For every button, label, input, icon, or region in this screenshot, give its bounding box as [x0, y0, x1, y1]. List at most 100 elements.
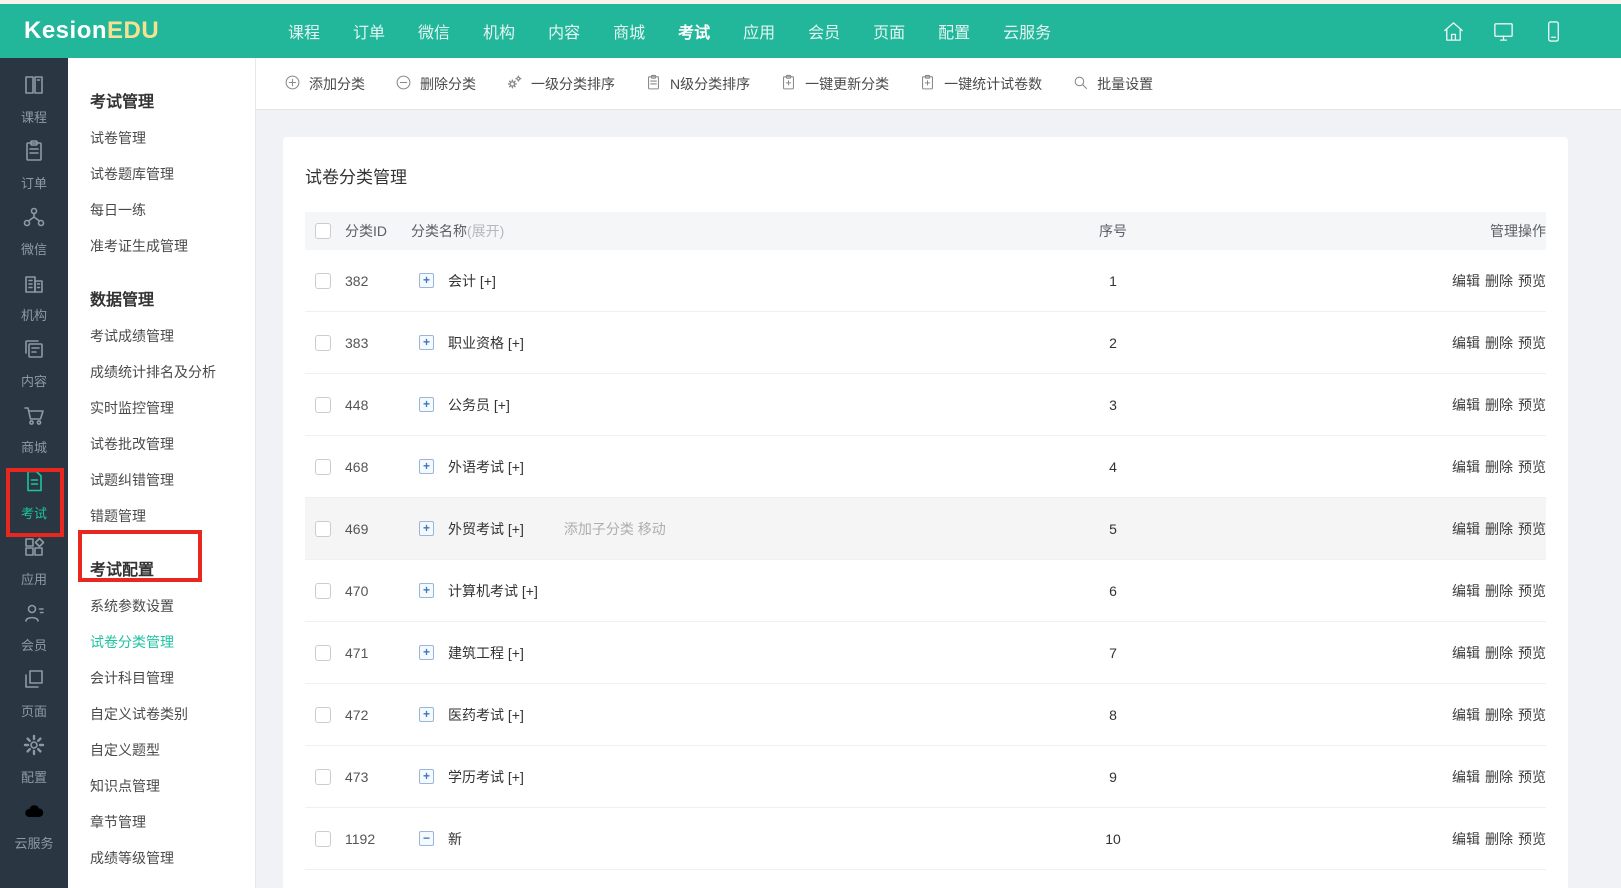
preview-link[interactable]: 预览 — [1518, 335, 1546, 351]
preview-link[interactable]: 预览 — [1518, 397, 1546, 413]
desktop-icon[interactable] — [1492, 20, 1515, 43]
category-name-link[interactable]: 医药考试 [+] — [448, 705, 524, 725]
category-name-link[interactable]: 职业资格 [+] — [448, 333, 524, 353]
toolbar-button-4[interactable]: N级分类排序 — [645, 74, 750, 94]
expand-toggle-icon[interactable]: + — [419, 273, 434, 288]
sidebar-item-12[interactable]: 云服务 — [0, 792, 68, 858]
row-checkbox[interactable] — [315, 273, 331, 289]
edit-link[interactable]: 编辑 — [1452, 707, 1480, 723]
category-name-link[interactable]: 会计 [+] — [448, 271, 496, 291]
expand-toggle-icon[interactable]: + — [419, 645, 434, 660]
delete-link[interactable]: 删除 — [1485, 397, 1513, 413]
sidebar-item-4[interactable]: 机构 — [0, 264, 68, 330]
submenu-item-3-7[interactable]: 章节管理 — [90, 804, 255, 840]
submenu-item-2-5[interactable]: 试题纠错管理 — [90, 462, 255, 498]
expand-toggle-icon[interactable]: + — [419, 397, 434, 412]
expand-toggle-icon[interactable]: + — [419, 707, 434, 722]
submenu-item-1-4[interactable]: 准考证生成管理 — [90, 228, 255, 264]
submenu-item-3-8[interactable]: 成绩等级管理 — [90, 840, 255, 876]
submenu-item-2-2[interactable]: 成绩统计排名及分析 — [90, 354, 255, 390]
nav-item-3[interactable]: 微信 — [418, 19, 450, 43]
preview-link[interactable]: 预览 — [1518, 707, 1546, 723]
nav-item-10[interactable]: 页面 — [873, 19, 905, 43]
edit-link[interactable]: 编辑 — [1452, 583, 1480, 599]
delete-link[interactable]: 删除 — [1485, 459, 1513, 475]
edit-link[interactable]: 编辑 — [1452, 831, 1480, 847]
submenu-item-1-2[interactable]: 试卷题库管理 — [90, 156, 255, 192]
category-name-link[interactable]: 公务员 [+] — [448, 395, 510, 415]
expand-toggle-icon[interactable]: + — [419, 335, 434, 350]
category-name-link[interactable]: 建筑工程 [+] — [448, 643, 524, 663]
row-checkbox[interactable] — [315, 521, 331, 537]
header-expand-hint[interactable]: (展开) — [467, 223, 504, 239]
submenu-item-1-1[interactable]: 试卷管理 — [90, 120, 255, 156]
home-icon[interactable] — [1442, 20, 1465, 43]
toolbar-button-1[interactable]: 添加分类 — [284, 74, 365, 94]
submenu-item-2-6[interactable]: 错题管理 — [90, 498, 255, 534]
edit-link[interactable]: 编辑 — [1452, 521, 1480, 537]
delete-link[interactable]: 删除 — [1485, 831, 1513, 847]
category-name-link[interactable]: 新 — [448, 829, 462, 849]
nav-item-9[interactable]: 会员 — [808, 19, 840, 43]
nav-item-11[interactable]: 配置 — [938, 19, 970, 43]
sidebar-item-1[interactable]: 课程 — [0, 66, 68, 132]
row-checkbox[interactable] — [315, 645, 331, 661]
edit-link[interactable]: 编辑 — [1452, 459, 1480, 475]
sidebar-item-5[interactable]: 内容 — [0, 330, 68, 396]
row-checkbox[interactable] — [315, 335, 331, 351]
delete-link[interactable]: 删除 — [1485, 769, 1513, 785]
mobile-icon[interactable] — [1542, 20, 1565, 43]
row-checkbox[interactable] — [315, 769, 331, 785]
delete-link[interactable]: 删除 — [1485, 335, 1513, 351]
edit-link[interactable]: 编辑 — [1452, 397, 1480, 413]
submenu-item-3-3[interactable]: 会计科目管理 — [90, 660, 255, 696]
preview-link[interactable]: 预览 — [1518, 273, 1546, 289]
toolbar-button-3[interactable]: 一级分类排序 — [506, 74, 615, 94]
row-hover-operations[interactable]: 添加子分类 移动 — [564, 519, 666, 539]
delete-link[interactable]: 删除 — [1485, 707, 1513, 723]
row-checkbox[interactable] — [315, 397, 331, 413]
nav-item-8[interactable]: 应用 — [743, 19, 775, 43]
edit-link[interactable]: 编辑 — [1452, 273, 1480, 289]
edit-link[interactable]: 编辑 — [1452, 769, 1480, 785]
edit-link[interactable]: 编辑 — [1452, 335, 1480, 351]
sidebar-item-3[interactable]: 微信 — [0, 198, 68, 264]
delete-link[interactable]: 删除 — [1485, 583, 1513, 599]
row-checkbox[interactable] — [315, 459, 331, 475]
submenu-item-2-4[interactable]: 试卷批改管理 — [90, 426, 255, 462]
row-checkbox[interactable] — [315, 583, 331, 599]
row-checkbox[interactable] — [315, 831, 331, 847]
submenu-item-3-1[interactable]: 系统参数设置 — [90, 588, 255, 624]
preview-link[interactable]: 预览 — [1518, 521, 1546, 537]
app-logo[interactable]: KesionEDU — [0, 17, 256, 45]
preview-link[interactable]: 预览 — [1518, 831, 1546, 847]
nav-item-7[interactable]: 考试 — [678, 19, 710, 43]
sidebar-item-11[interactable]: 配置 — [0, 726, 68, 792]
category-name-link[interactable]: 计算机考试 [+] — [448, 581, 538, 601]
sidebar-item-2[interactable]: 订单 — [0, 132, 68, 198]
toolbar-button-7[interactable]: 批量设置 — [1072, 74, 1153, 94]
expand-toggle-icon[interactable]: + — [419, 459, 434, 474]
sidebar-item-6[interactable]: 商城 — [0, 396, 68, 462]
expand-toggle-icon[interactable]: + — [419, 769, 434, 784]
sidebar-item-8[interactable]: 应用 — [0, 528, 68, 594]
toolbar-button-2[interactable]: 删除分类 — [395, 74, 476, 94]
delete-link[interactable]: 删除 — [1485, 521, 1513, 537]
submenu-item-1-3[interactable]: 每日一练 — [90, 192, 255, 228]
toolbar-button-6[interactable]: 一键统计试卷数 — [919, 74, 1042, 94]
select-all-checkbox[interactable] — [315, 223, 331, 239]
submenu-item-3-2[interactable]: 试卷分类管理 — [90, 624, 255, 660]
preview-link[interactable]: 预览 — [1518, 459, 1546, 475]
edit-link[interactable]: 编辑 — [1452, 645, 1480, 661]
preview-link[interactable]: 预览 — [1518, 583, 1546, 599]
sidebar-item-7[interactable]: 考试 — [0, 462, 68, 528]
nav-item-12[interactable]: 云服务 — [1003, 19, 1051, 43]
delete-link[interactable]: 删除 — [1485, 645, 1513, 661]
nav-item-1[interactable]: 课程 — [288, 19, 320, 43]
category-name-link[interactable]: 外贸考试 [+] — [448, 519, 524, 539]
submenu-item-3-6[interactable]: 知识点管理 — [90, 768, 255, 804]
nav-item-2[interactable]: 订单 — [353, 19, 385, 43]
collapse-toggle-icon[interactable]: − — [419, 831, 434, 846]
expand-toggle-icon[interactable]: + — [419, 521, 434, 536]
submenu-item-2-1[interactable]: 考试成绩管理 — [90, 318, 255, 354]
